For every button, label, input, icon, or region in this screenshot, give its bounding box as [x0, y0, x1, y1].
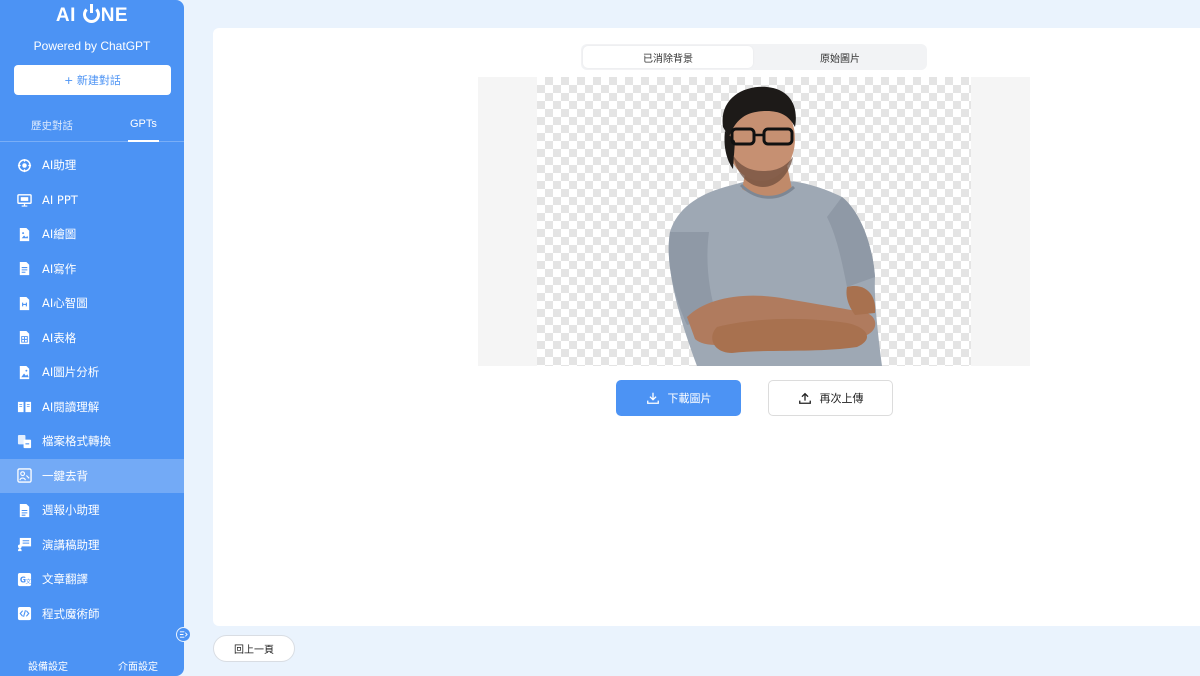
weekly-report-icon [17, 503, 32, 518]
sidebar-item-label: 檔案格式轉換 [42, 434, 111, 449]
collapse-sidebar-button[interactable] [176, 627, 191, 642]
sidebar-item-label: 文章翻譯 [42, 572, 88, 587]
sidebar-item-file-convert[interactable]: 檔案格式轉換 [0, 424, 184, 459]
sidebar-item-weekly-report[interactable]: 週報小助理 [0, 493, 184, 528]
svg-text:文: 文 [25, 577, 31, 585]
new-chat-button[interactable]: + 新建對話 [14, 65, 171, 95]
download-icon [646, 391, 660, 405]
sidebar-item-ai-writing[interactable]: AI寫作 [0, 252, 184, 287]
assistant-icon [17, 158, 32, 173]
image-analysis-icon [17, 365, 32, 380]
table-icon [17, 330, 32, 345]
sidebar-item-remove-bg[interactable]: 一鍵去背 [0, 458, 184, 493]
sidebar-item-label: AI閱讀理解 [42, 399, 100, 414]
reupload-label: 再次上傳 [819, 392, 864, 405]
sidebar-item-label: 一鍵去背 [42, 468, 88, 483]
sidebar-item-label: AI寫作 [42, 261, 77, 276]
back-button[interactable]: 回上一頁 [213, 635, 295, 662]
reading-icon [17, 399, 32, 414]
remove-bg-icon [17, 468, 32, 483]
tab-removed-background[interactable]: 已消除背景 [583, 46, 753, 68]
translate-icon: G文 [17, 572, 32, 587]
app-logo: AI NE [55, 4, 129, 26]
writing-icon [17, 261, 32, 276]
sidebar-item-ai-reading[interactable]: AI閱讀理解 [0, 390, 184, 425]
reupload-button[interactable]: 再次上傳 [768, 380, 893, 416]
download-label: 下載圖片 [667, 392, 712, 405]
sidebar-item-label: 程式魔術師 [42, 606, 100, 621]
gpts-menu: AI助理 AI PPT AI繪圖 AI寫作 AI心智圖 AI表格 AI圖片分析 … [0, 148, 184, 631]
sidebar-item-translate[interactable]: G文 文章翻譯 [0, 562, 184, 597]
sidebar-item-label: AI圖片分析 [42, 365, 100, 380]
sidebar-item-code[interactable]: 程式魔術師 [0, 597, 184, 632]
collapse-icon [179, 631, 188, 638]
sidebar-tabs: 歷史對話 GPTs [0, 118, 184, 142]
view-toggle: 已消除背景 原始圖片 [581, 44, 927, 70]
sidebar-item-label: 週報小助理 [42, 503, 100, 518]
ppt-icon [17, 192, 32, 207]
sidebar-item-ai-drawing[interactable]: AI繪圖 [0, 217, 184, 252]
sidebar-item-ai-image-analysis[interactable]: AI圖片分析 [0, 355, 184, 390]
power-icon [82, 4, 100, 23]
download-image-button[interactable]: 下載圖片 [616, 380, 741, 416]
sidebar-item-label: AI繪圖 [42, 227, 77, 242]
sidebar-item-ai-ppt[interactable]: AI PPT [0, 183, 184, 218]
upload-icon [798, 391, 812, 405]
cutout-person-image [668, 86, 882, 366]
sidebar: AI NE Powered by ChatGPT + 新建對話 歷史對話 GPT… [0, 0, 191, 676]
sidebar-item-speech[interactable]: 演講稿助理 [0, 528, 184, 563]
sidebar-item-label: AI PPT [42, 192, 78, 207]
sidebar-item-ai-assistant[interactable]: AI助理 [0, 148, 184, 183]
mindmap-icon [17, 296, 32, 311]
speech-icon [17, 537, 32, 552]
tab-gpts[interactable]: GPTs [128, 118, 159, 142]
transparent-background [537, 77, 971, 366]
powered-by-label: Powered by ChatGPT [33, 39, 151, 53]
device-settings-link[interactable]: 設備設定 [28, 658, 68, 673]
drawing-icon [17, 227, 32, 242]
tab-original-image[interactable]: 原始圖片 [755, 46, 925, 68]
main-panel: 已消除背景 原始圖片 下載圖片 再次上傳 [213, 28, 1200, 626]
sidebar-item-label: AI表格 [42, 330, 77, 345]
ui-settings-link[interactable]: 介面設定 [118, 658, 158, 673]
code-icon [17, 606, 32, 621]
sidebar-item-label: 演講稿助理 [42, 537, 100, 552]
sidebar-item-label: AI心智圖 [42, 296, 88, 311]
tab-history[interactable]: 歷史對話 [31, 118, 73, 133]
sidebar-item-label: AI助理 [42, 158, 77, 173]
image-preview [478, 77, 1030, 366]
sidebar-item-ai-mindmap[interactable]: AI心智圖 [0, 286, 184, 321]
sidebar-item-ai-table[interactable]: AI表格 [0, 321, 184, 356]
file-convert-icon [17, 434, 32, 449]
